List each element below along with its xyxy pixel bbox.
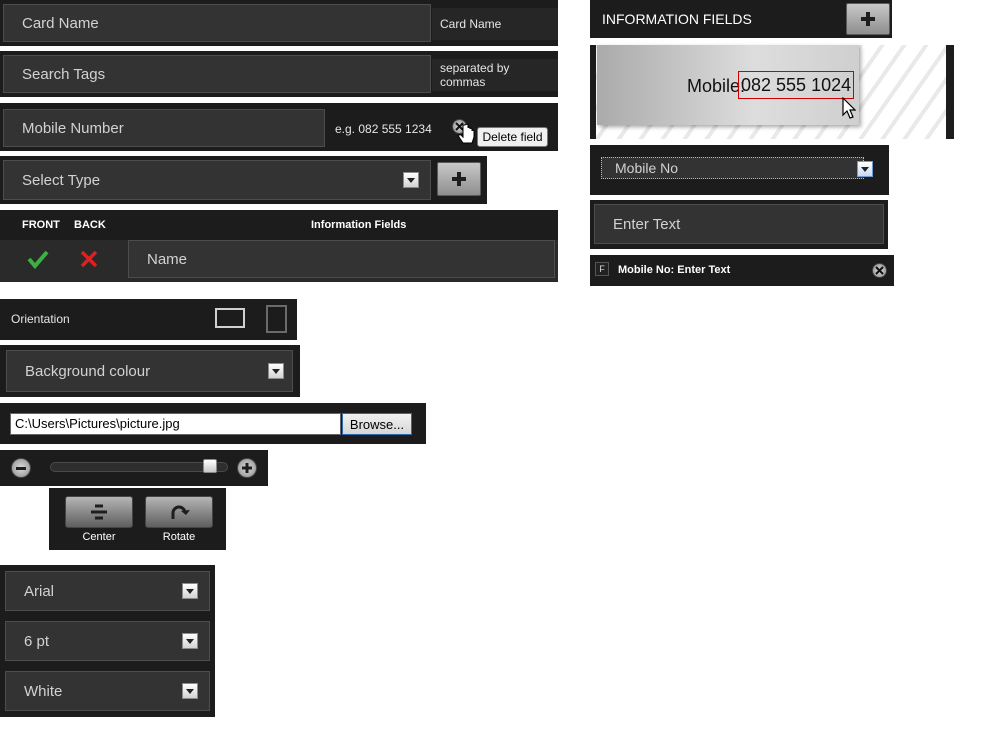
card-name-input[interactable]: Card Name bbox=[3, 4, 431, 42]
font-color-dropdown[interactable]: White bbox=[5, 671, 210, 711]
font-settings-panel: Arial 6 pt White bbox=[0, 565, 215, 717]
fields-column-header: Information Fields bbox=[311, 219, 407, 231]
zoom-out-button[interactable] bbox=[11, 458, 31, 478]
check-icon[interactable] bbox=[27, 249, 49, 269]
remove-field-icon[interactable] bbox=[872, 263, 887, 278]
field-type-dropdown[interactable]: Mobile No bbox=[601, 157, 864, 179]
rotate-label: Rotate bbox=[162, 531, 196, 543]
center-button[interactable] bbox=[65, 496, 133, 528]
font-color-label: White bbox=[24, 682, 63, 700]
orientation-row: Orientation bbox=[0, 299, 297, 340]
field-type-label: Mobile No bbox=[615, 160, 679, 176]
preview-mobile-label: Mobile: bbox=[687, 76, 746, 96]
field-name-input[interactable]: Name bbox=[128, 240, 555, 278]
add-type-button[interactable] bbox=[437, 162, 481, 196]
front-column-header: FRONT bbox=[22, 219, 60, 231]
table-row: Name bbox=[0, 240, 558, 282]
field-type-row: Mobile No bbox=[590, 145, 889, 195]
browse-button[interactable]: Browse... bbox=[342, 413, 412, 435]
chevron-down-icon[interactable] bbox=[182, 583, 198, 599]
minus-icon bbox=[16, 466, 26, 470]
center-label: Center bbox=[82, 531, 116, 543]
zoom-slider-track[interactable] bbox=[50, 462, 228, 472]
chevron-down-icon[interactable] bbox=[857, 161, 873, 177]
landscape-icon[interactable] bbox=[215, 308, 245, 328]
search-tags-input[interactable]: Search Tags bbox=[3, 55, 431, 93]
align-center-icon bbox=[91, 504, 107, 520]
field-summary-text: Mobile No: Enter Text bbox=[618, 264, 731, 276]
pointer-cursor-icon bbox=[842, 97, 856, 119]
hand-cursor-icon bbox=[458, 123, 475, 144]
file-picker-row: C:\Users\Pictures\picture.jpg Browse... bbox=[0, 403, 426, 444]
back-column-header: BACK bbox=[74, 219, 106, 231]
zoom-row bbox=[0, 450, 268, 486]
cross-icon[interactable] bbox=[80, 250, 98, 268]
field-text-row: Enter Text bbox=[590, 200, 888, 249]
background-colour-row: Background colour bbox=[0, 345, 300, 397]
font-family-dropdown[interactable]: Arial bbox=[5, 571, 210, 611]
chevron-down-icon[interactable] bbox=[182, 683, 198, 699]
mobile-number-row: Mobile Number e.g. 082 555 1234 Delete f… bbox=[0, 103, 558, 151]
font-size-label: 6 pt bbox=[24, 632, 50, 650]
search-tags-row: Search Tags separated by commas bbox=[0, 51, 558, 97]
field-summary-row: F Mobile No: Enter Text bbox=[590, 255, 894, 286]
fields-table: FRONT BACK Information Fields Name bbox=[0, 210, 558, 282]
portrait-icon[interactable] bbox=[266, 305, 287, 333]
file-path-input[interactable]: C:\Users\Pictures\picture.jpg bbox=[10, 413, 341, 435]
font-size-dropdown[interactable]: 6 pt bbox=[5, 621, 210, 661]
background-colour-dropdown[interactable]: Background colour bbox=[6, 350, 293, 392]
image-tools-row: Center Rotate bbox=[49, 488, 226, 550]
chevron-down-icon[interactable] bbox=[268, 363, 284, 379]
front-badge: F bbox=[595, 262, 609, 276]
select-type-dropdown[interactable]: Select Type bbox=[3, 160, 431, 200]
zoom-slider-handle[interactable] bbox=[202, 459, 217, 473]
add-information-field-button[interactable] bbox=[846, 3, 890, 35]
font-family-label: Arial bbox=[24, 582, 55, 600]
card-name-hint: Card Name bbox=[432, 8, 558, 40]
chevron-down-icon[interactable] bbox=[403, 172, 419, 188]
card-name-row: Card Name Card Name bbox=[0, 0, 558, 46]
information-fields-title: INFORMATION FIELDS bbox=[602, 11, 752, 27]
select-type-label: Select Type bbox=[22, 171, 101, 189]
rotate-icon bbox=[171, 505, 190, 519]
search-tags-hint: separated by commas bbox=[432, 59, 558, 91]
card-preview: Mobile: 082 555 1024 bbox=[590, 45, 954, 139]
information-fields-header: INFORMATION FIELDS bbox=[590, 0, 892, 38]
plus-icon bbox=[242, 463, 252, 473]
select-type-row: Select Type bbox=[0, 156, 487, 204]
chevron-down-icon[interactable] bbox=[182, 633, 198, 649]
delete-field-tooltip: Delete field bbox=[477, 127, 548, 147]
mobile-number-input[interactable]: Mobile Number bbox=[3, 109, 325, 147]
background-colour-label: Background colour bbox=[25, 362, 151, 380]
field-text-input[interactable]: Enter Text bbox=[594, 204, 884, 244]
rotate-button[interactable] bbox=[145, 496, 213, 528]
zoom-in-button[interactable] bbox=[237, 458, 257, 478]
orientation-label: Orientation bbox=[11, 312, 70, 326]
preview-mobile-value[interactable]: 082 555 1024 bbox=[738, 71, 855, 99]
